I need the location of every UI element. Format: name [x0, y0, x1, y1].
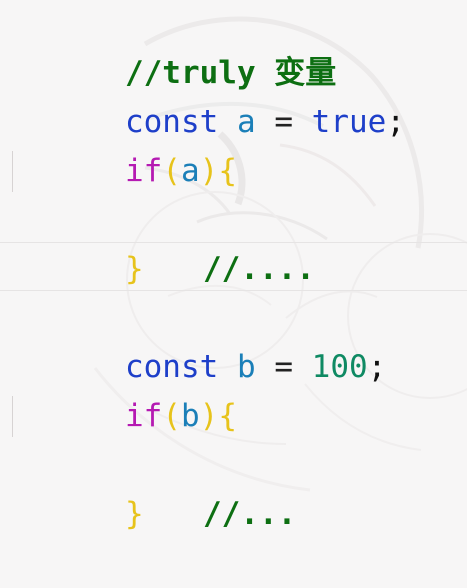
code-line-comment-heading: //truly 变量 [0, 0, 467, 91]
section-divider-bottom [0, 290, 467, 291]
indent-guide [12, 396, 13, 437]
code-line-body-comment-a: //.... [0, 147, 467, 287]
close-brace: } [124, 496, 144, 532]
code-line-close-brace-b: } [0, 441, 467, 532]
code-block-truthy: //truly 变量 const a = true; if(a){ //....… [0, 0, 467, 287]
indent-guide [12, 151, 13, 192]
code-line-if-a: if(a){ [0, 98, 467, 189]
code-line-const-a: const a = true; [0, 49, 467, 140]
code-line-const-b: const b = 100; [0, 294, 467, 385]
code-line-body-comment-b: //... [0, 392, 467, 532]
code-block-number: const b = 100; if(b){ //... } [0, 294, 467, 532]
body-comment: //.... [202, 251, 315, 287]
body-comment: //... [202, 496, 297, 532]
section-divider-top [0, 242, 467, 243]
code-editor[interactable]: //truly 变量 const a = true; if(a){ //....… [0, 0, 467, 532]
code-line-close-brace-a: } [0, 196, 467, 287]
code-line-if-b: if(b){ [0, 343, 467, 434]
close-brace: } [124, 251, 144, 287]
